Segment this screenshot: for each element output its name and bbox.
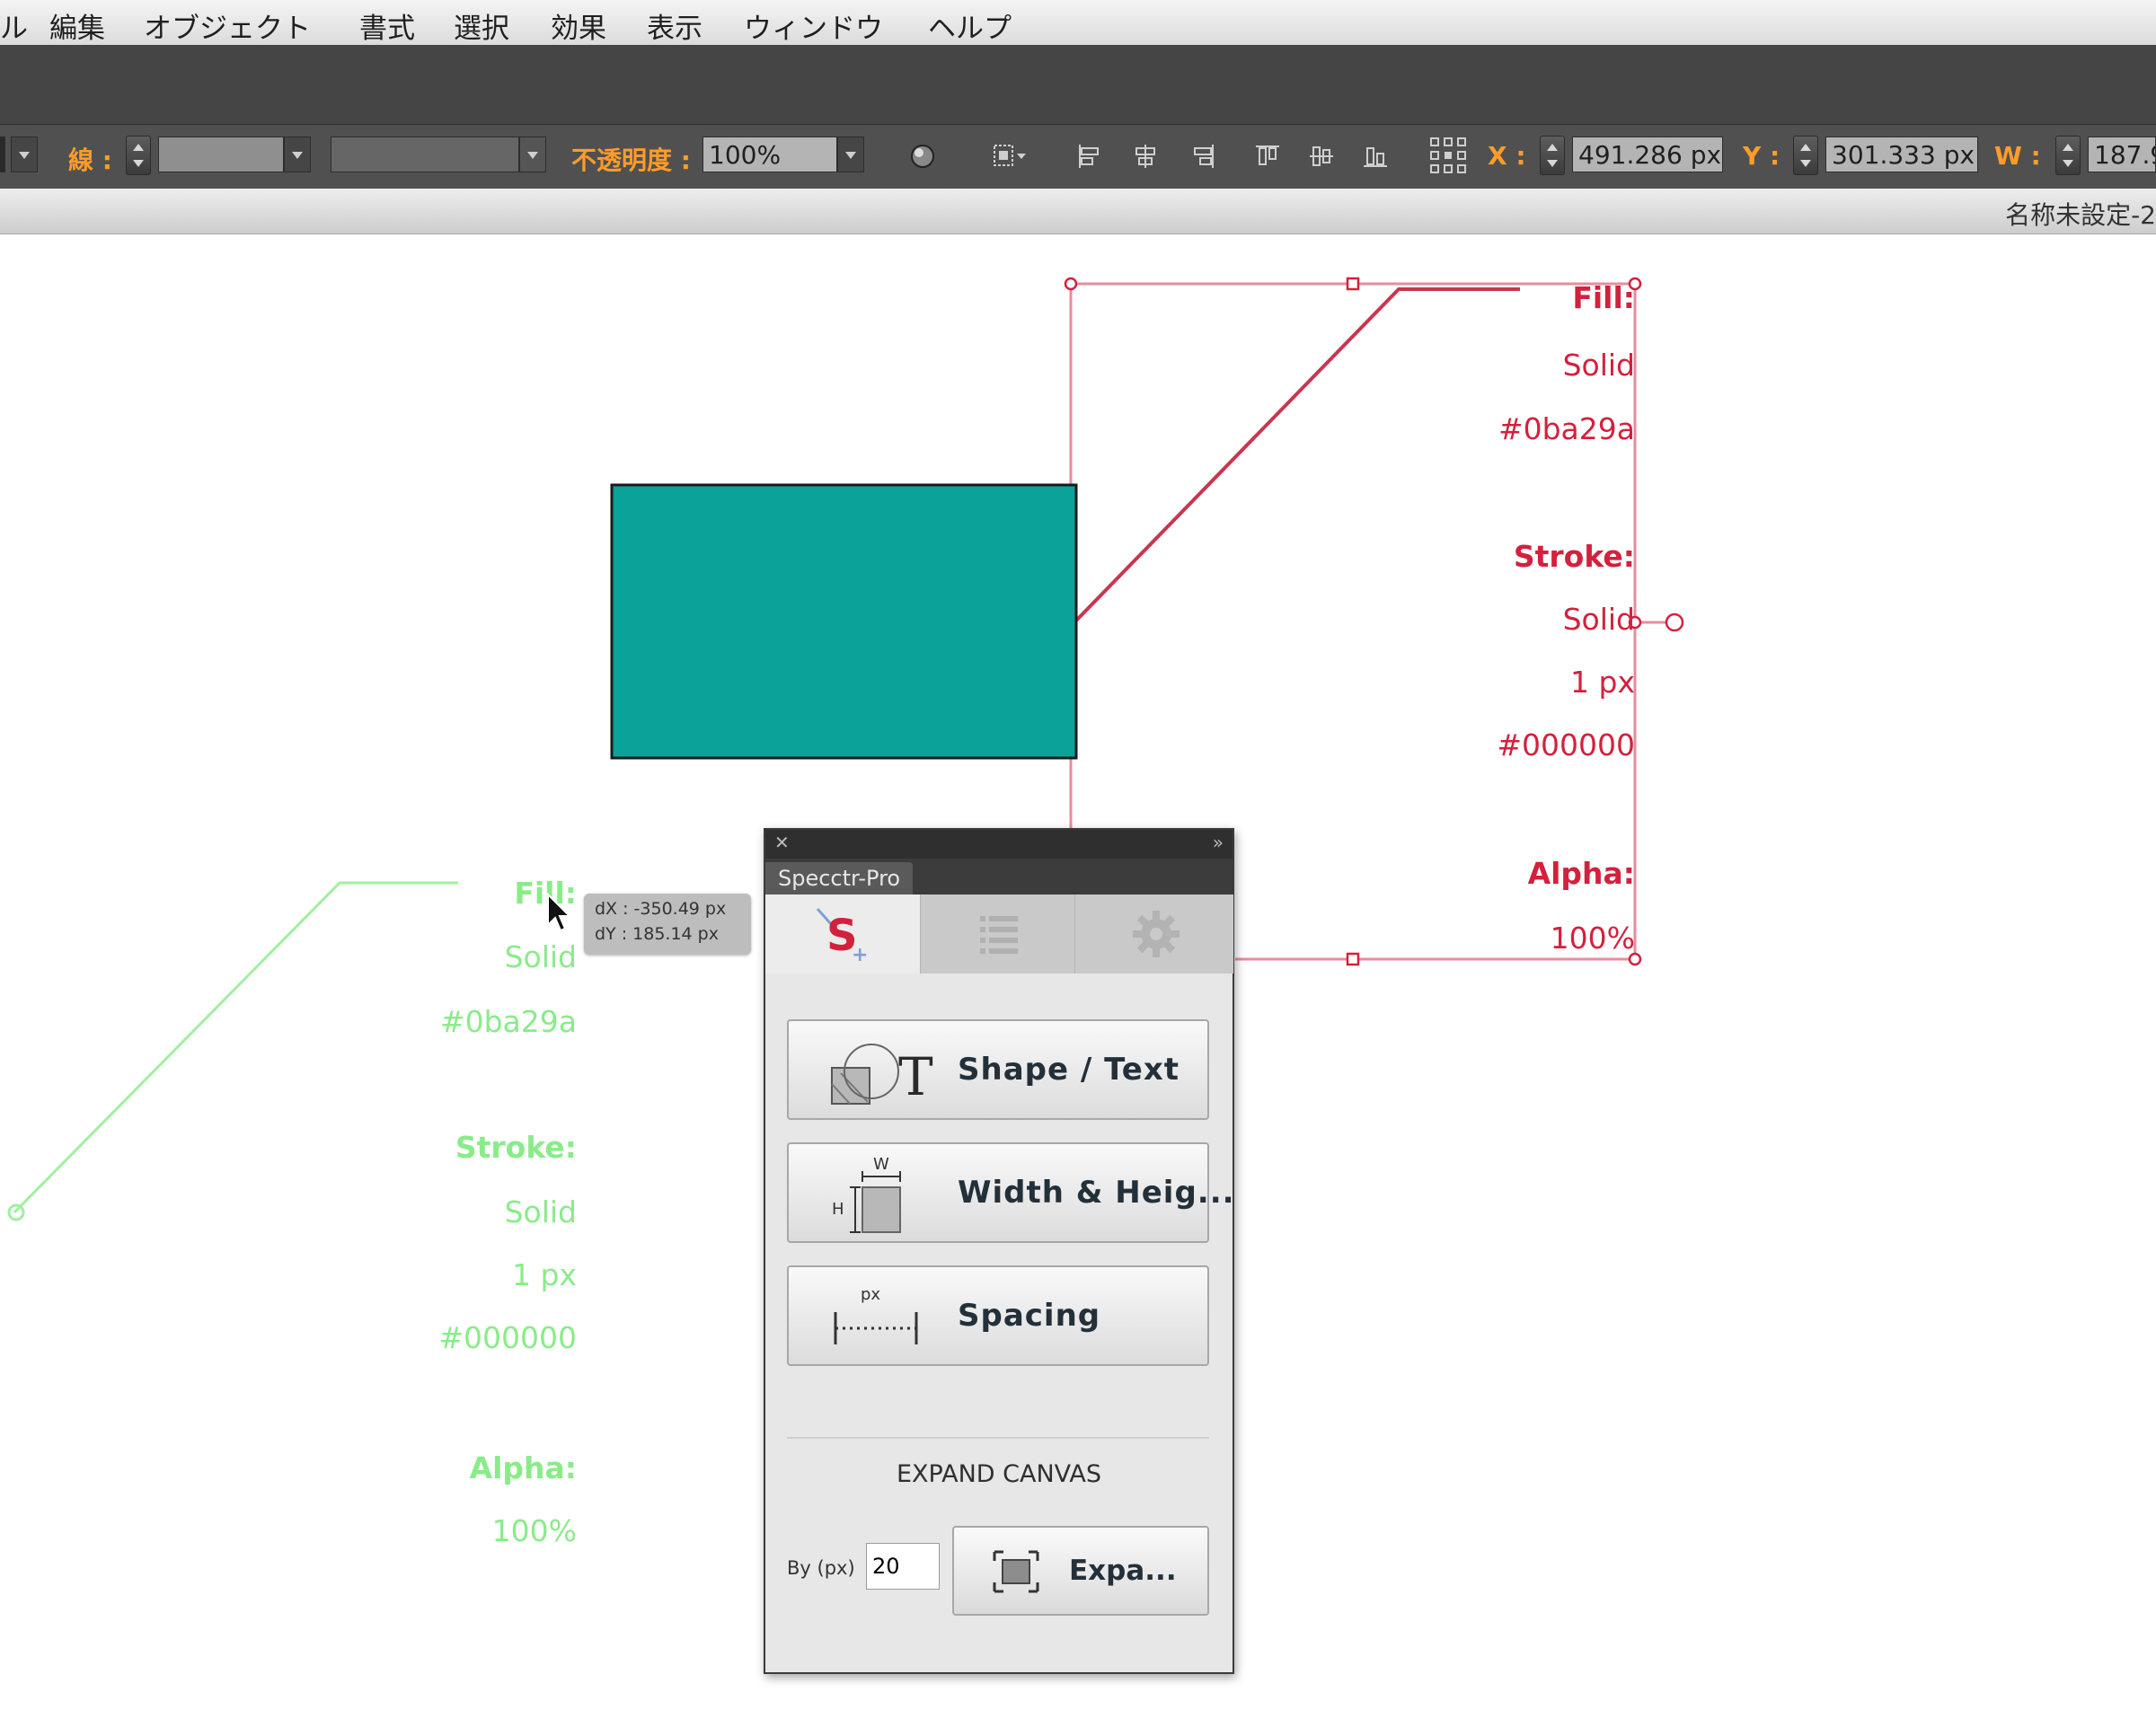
- green-stroke-type: Solid: [504, 1194, 577, 1229]
- red-leader-line: [1073, 287, 1520, 624]
- width-height-icon: W H: [832, 1155, 901, 1233]
- tooltip-dy: dY : 185.14 px: [595, 924, 719, 944]
- mouse-pointer-icon: [547, 893, 572, 932]
- green-alpha-label: Alpha:: [469, 1450, 577, 1485]
- red-alpha-value: 100%: [1550, 921, 1635, 956]
- settings-tab[interactable]: [1074, 894, 1233, 974]
- svg-text:+: +: [852, 944, 868, 966]
- green-leader-line: [13, 881, 458, 1214]
- shape-text-t-glyph: T: [898, 1046, 933, 1107]
- expand-by-label: By (px): [787, 1557, 855, 1579]
- panel-close-icon[interactable]: ✕: [774, 832, 790, 853]
- specctr-pro-panel: ✕ » Specctr-Pro S + T Shape / Text W H W…: [764, 828, 1234, 1674]
- panel-tab-bar: Specctr-Pro: [765, 859, 1233, 894]
- green-fill-type: Solid: [504, 939, 577, 974]
- shape-text-label: Shape / Text: [958, 1052, 1180, 1088]
- width-height-h-glyph: H: [832, 1200, 844, 1219]
- green-stroke-hex: #000000: [438, 1320, 577, 1355]
- list-tab[interactable]: [920, 894, 1075, 974]
- green-fill-hex: #0ba29a: [439, 1004, 577, 1039]
- red-fill-label: Fill:: [1572, 280, 1635, 315]
- green-stroke-width: 1 px: [512, 1257, 577, 1292]
- shape-text-icon: T: [831, 1044, 933, 1107]
- shape-text-button[interactable]: T Shape / Text: [787, 1019, 1209, 1120]
- green-alpha-value: 100%: [491, 1513, 577, 1548]
- spacing-px-glyph: px: [861, 1285, 880, 1304]
- width-height-label: Width & Heig...: [958, 1175, 1235, 1211]
- red-alpha-label: Alpha:: [1527, 856, 1635, 891]
- specs-tab[interactable]: S +: [765, 894, 920, 974]
- gear-icon: [1133, 911, 1180, 957]
- list-icon: [980, 916, 1018, 954]
- expand-canvas-heading: EXPAND CANVAS: [896, 1460, 1102, 1488]
- red-fill-type: Solid: [1562, 348, 1635, 383]
- expand-canvas-icon: [993, 1550, 1039, 1593]
- red-fill-hex: #0ba29a: [1498, 411, 1635, 446]
- specctr-logo-icon: S +: [816, 908, 868, 966]
- panel-divider: [787, 1437, 1209, 1439]
- width-height-w-glyph: W: [873, 1155, 889, 1174]
- spacing-icon: px: [834, 1285, 918, 1344]
- green-stroke-label: Stroke:: [455, 1130, 577, 1165]
- red-stroke-width: 1 px: [1570, 665, 1635, 700]
- expand-by-input[interactable]: [866, 1543, 940, 1590]
- width-height-button[interactable]: W H Width & Heig...: [787, 1142, 1234, 1243]
- expand-button-label: Expa...: [1069, 1555, 1177, 1587]
- panel-titlebar[interactable]: ✕ »: [765, 830, 1233, 859]
- tooltip-dx: dX : -350.49 px: [595, 899, 727, 919]
- teal-rectangle: [610, 483, 1078, 760]
- spacing-button[interactable]: px Spacing: [787, 1265, 1209, 1366]
- red-stroke-hex: #000000: [1497, 727, 1635, 762]
- panel-tab-specctr-pro[interactable]: Specctr-Pro: [765, 862, 914, 894]
- drag-delta-tooltip: dX : -350.49 px dY : 185.14 px: [584, 894, 751, 955]
- red-stroke-type: Solid: [1562, 602, 1635, 637]
- expand-button[interactable]: Expa...: [952, 1526, 1209, 1616]
- red-stroke-label: Stroke:: [1513, 539, 1635, 574]
- panel-collapse-icon[interactable]: »: [1213, 832, 1224, 853]
- spacing-label: Spacing: [958, 1298, 1101, 1334]
